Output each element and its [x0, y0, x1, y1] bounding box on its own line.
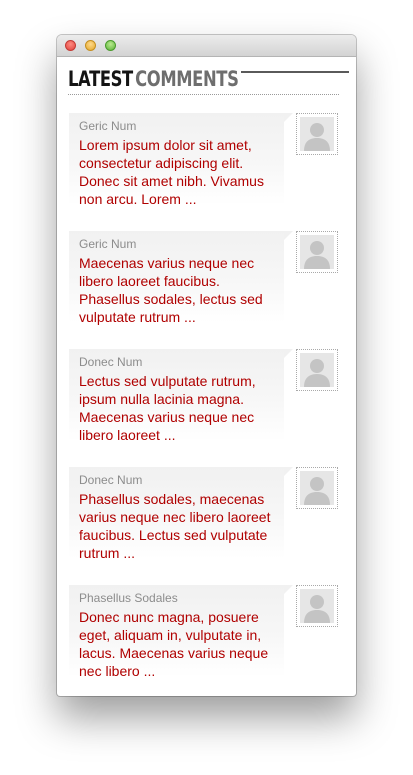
title-bar[interactable] [57, 35, 356, 57]
comment-excerpt[interactable]: Donec nunc magna, posuere eget, aliquam … [79, 608, 282, 680]
comment-excerpt[interactable]: Maecenas varius neque nec libero laoreet… [79, 254, 282, 326]
user-silhouette-icon [300, 471, 334, 505]
bubble-pointer [284, 231, 293, 240]
bubble-pointer [284, 349, 293, 358]
comment-bubble: Donec Num Phasellus sodales, maecenas va… [69, 467, 284, 562]
comment-author[interactable]: Geric Num [79, 119, 136, 133]
widget-heading: LATEST COMMENTS [68, 67, 349, 95]
comment-bubble: Phasellus Sodales Donec nunc magna, posu… [69, 585, 284, 680]
comment-excerpt[interactable]: Lorem ipsum dolor sit amet, consectetur … [79, 136, 282, 208]
comment-author[interactable]: Donec Num [79, 355, 142, 369]
widget-title: LATEST COMMENTS [68, 67, 239, 91]
comment-item[interactable]: Geric Num Lorem ipsum dolor sit amet, co… [69, 113, 341, 231]
avatar[interactable] [296, 349, 338, 391]
comment-bubble: Geric Num Maecenas varius neque nec libe… [69, 231, 284, 326]
minimize-window-button[interactable] [85, 40, 96, 51]
avatar[interactable] [296, 113, 338, 155]
avatar[interactable] [296, 585, 338, 627]
heading-rule [241, 71, 349, 73]
title-latest: LATEST [68, 67, 133, 91]
bubble-pointer [284, 585, 293, 594]
comment-excerpt[interactable]: Lectus sed vulputate rutrum, ipsum nulla… [79, 372, 282, 444]
comment-bubble: Donec Num Lectus sed vulputate rutrum, i… [69, 349, 284, 444]
user-silhouette-icon [300, 235, 334, 269]
comment-item[interactable]: Geric Num Maecenas varius neque nec libe… [69, 231, 341, 349]
app-window: LATEST COMMENTS Geric Num Lorem ipsum dol… [57, 35, 356, 696]
user-silhouette-icon [300, 117, 334, 151]
title-comments: COMMENTS [135, 67, 239, 91]
comment-item[interactable]: Donec Num Phasellus sodales, maecenas va… [69, 467, 341, 585]
comment-author[interactable]: Donec Num [79, 473, 142, 487]
comment-bubble: Geric Num Lorem ipsum dolor sit amet, co… [69, 113, 284, 208]
bubble-pointer [284, 113, 293, 122]
comment-author[interactable]: Geric Num [79, 237, 136, 251]
comment-item[interactable]: Phasellus Sodales Donec nunc magna, posu… [69, 585, 341, 696]
bubble-pointer [284, 467, 293, 476]
zoom-window-button[interactable] [105, 40, 116, 51]
avatar[interactable] [296, 231, 338, 273]
avatar[interactable] [296, 467, 338, 509]
comment-list: Geric Num Lorem ipsum dolor sit amet, co… [69, 113, 341, 696]
close-window-button[interactable] [65, 40, 76, 51]
comment-author[interactable]: Phasellus Sodales [79, 591, 178, 605]
user-silhouette-icon [300, 589, 334, 623]
user-silhouette-icon [300, 353, 334, 387]
comment-item[interactable]: Donec Num Lectus sed vulputate rutrum, i… [69, 349, 341, 467]
comment-excerpt[interactable]: Phasellus sodales, maecenas varius neque… [79, 490, 282, 562]
